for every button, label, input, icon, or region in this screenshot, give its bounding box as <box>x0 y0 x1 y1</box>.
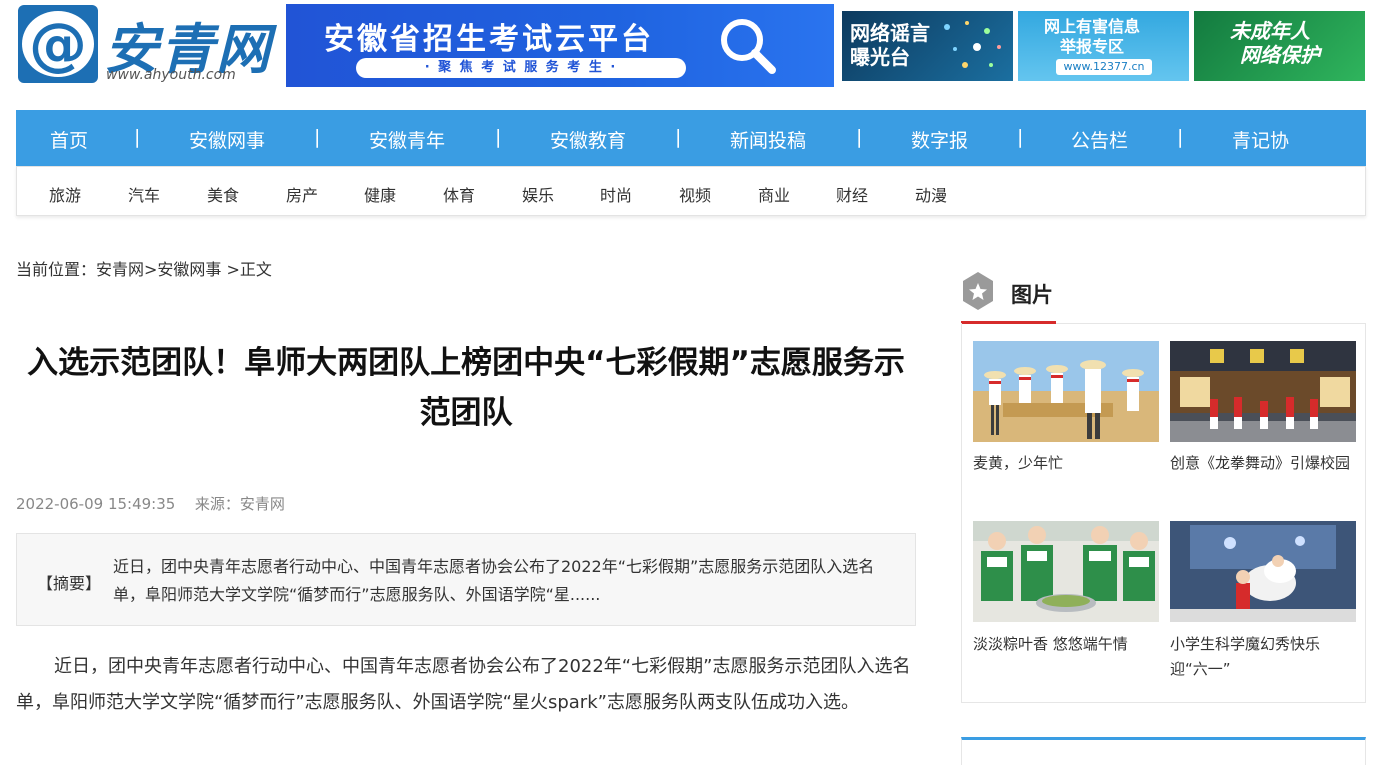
nav-separator: | <box>134 126 141 148</box>
subnav-business[interactable]: 商业 <box>758 182 790 206</box>
photo-caption[interactable]: 创意《龙拳舞动》引爆校园 <box>1170 451 1356 476</box>
report-banner-url: www.12377.cn <box>1056 59 1152 75</box>
photo-thumb-science-show[interactable] <box>1170 521 1356 622</box>
exam-platform-banner[interactable]: 安徽省招生考试云平台 · 聚 焦 考 试 服 务 考 生 · <box>286 4 834 87</box>
nav-anhui-youth[interactable]: 安徽青年 <box>369 126 445 153</box>
summary-text: 近日，团中央青年志愿者行动中心、中国青年志愿者协会公布了2022年“七彩假期”志… <box>113 557 875 604</box>
sub-nav: 旅游 汽车 美食 房产 健康 体育 娱乐 时尚 视频 商业 财经 动漫 <box>16 166 1366 216</box>
subnav-food[interactable]: 美食 <box>207 182 239 206</box>
rumor-exposure-banner[interactable]: 网络谣言 曝光台 <box>842 11 1013 81</box>
subnav-sports[interactable]: 体育 <box>443 182 475 206</box>
nav-home[interactable]: 首页 <box>50 126 88 153</box>
subnav-entertainment[interactable]: 娱乐 <box>522 182 554 206</box>
nav-bulletin[interactable]: 公告栏 <box>1071 126 1128 153</box>
harmful-info-report-banner[interactable]: 网上有害信息 举报专区 www.12377.cn <box>1018 11 1189 81</box>
subnav-health[interactable]: 健康 <box>364 182 396 206</box>
logo-url: www.ahyouth.com <box>106 67 236 83</box>
photo-thumb-harvest[interactable] <box>973 341 1159 442</box>
minor-banner-line1: 未成年人 <box>1230 19 1310 43</box>
nav-separator: | <box>675 126 682 148</box>
next-sidebar-section <box>961 737 1366 765</box>
report-banner-line2: 举报专区 <box>1060 37 1125 56</box>
nav-separator: | <box>314 126 321 148</box>
subnav-finance[interactable]: 财经 <box>836 182 868 206</box>
nav-news-submission[interactable]: 新闻投稿 <box>730 126 806 153</box>
subnav-anime[interactable]: 动漫 <box>915 182 947 206</box>
zongzi-photo-icon <box>973 521 1159 622</box>
summary-label: 【摘要】 <box>37 574 102 593</box>
photo-thumb-zongzi[interactable] <box>973 521 1159 622</box>
minor-protection-banner[interactable]: 未成年人 网络保护 <box>1194 11 1365 81</box>
subnav-realestate[interactable]: 房产 <box>286 182 318 206</box>
magnifier-icon <box>721 19 776 74</box>
article-body-paragraph: 近日，团中央青年志愿者行动中心、中国青年志愿者协会公布了2022年“七彩假期”志… <box>16 656 911 713</box>
nav-separator: | <box>1177 126 1184 148</box>
nav-separator: | <box>856 126 863 148</box>
subnav-video[interactable]: 视频 <box>679 182 711 206</box>
article-meta: 2022-06-09 15:49:35 来源：安青网 <box>16 493 285 514</box>
subnav-auto[interactable]: 汽车 <box>128 182 160 206</box>
network-dots-icon <box>944 21 1001 68</box>
harvest-photo-icon <box>973 341 1159 442</box>
subnav-fashion[interactable]: 时尚 <box>600 182 632 206</box>
banner-slogan: · 聚 焦 考 试 服 务 考 生 · <box>356 58 686 78</box>
photo-section-title: 图片 <box>1011 283 1053 307</box>
photo-caption[interactable]: 麦黄，少年忙 <box>973 451 1159 476</box>
science-show-photo-icon <box>1170 521 1356 622</box>
nav-digital-paper[interactable]: 数字报 <box>911 126 968 153</box>
nav-separator: | <box>1017 126 1024 148</box>
article-title: 入选示范团队！阜师大两团队上榜团中央“七彩假期”志愿服务示范团队 <box>27 345 905 431</box>
minor-banner-line2: 网络保护 <box>1240 43 1320 67</box>
nav-separator: | <box>495 126 502 148</box>
photo-section-header: 图片 <box>961 268 1366 324</box>
photo-thumb-dance[interactable] <box>1170 341 1356 442</box>
main-nav: 首页 | 安徽网事 | 安徽青年 | 安徽教育 | 新闻投稿 | 数字报 | 公… <box>16 110 1366 166</box>
rumor-banner-line1: 网络谣言 <box>850 21 930 45</box>
article-summary: 【摘要】 近日，团中央青年志愿者行动中心、中国青年志愿者协会公布了2022年“七… <box>16 533 916 626</box>
nav-youth-journalists[interactable]: 青记协 <box>1232 126 1289 153</box>
nav-anhui-education[interactable]: 安徽教育 <box>550 126 626 153</box>
photo-caption[interactable]: 小学生科学魔幻秀快乐迎“六一” <box>1170 632 1356 682</box>
breadcrumb[interactable]: 当前位置：安青网>安徽网事 >正文 <box>16 256 272 280</box>
photo-caption[interactable]: 淡淡粽叶香 悠悠端午情 <box>973 632 1159 657</box>
at-logo-icon: @ <box>18 5 98 83</box>
site-logo[interactable]: @ 安青网 www.ahyouth.com <box>18 5 270 85</box>
star-badge-icon <box>963 272 993 310</box>
report-banner-line1: 网上有害信息 <box>1044 17 1141 36</box>
subnav-travel[interactable]: 旅游 <box>49 182 81 206</box>
photo-grid: 麦黄，少年忙 创意《龙拳舞动》引爆校园 淡淡粽叶香 悠悠端午情 小学生科学魔幻秀… <box>961 323 1366 703</box>
dance-photo-icon <box>1170 341 1356 442</box>
rumor-banner-line2: 曝光台 <box>850 45 910 69</box>
article-datetime: 2022-06-09 15:49:35 <box>16 495 176 513</box>
nav-anhui-news[interactable]: 安徽网事 <box>189 126 265 153</box>
banner-title: 安徽省招生考试云平台 <box>324 22 654 57</box>
article-source: 来源：安青网 <box>194 495 285 513</box>
